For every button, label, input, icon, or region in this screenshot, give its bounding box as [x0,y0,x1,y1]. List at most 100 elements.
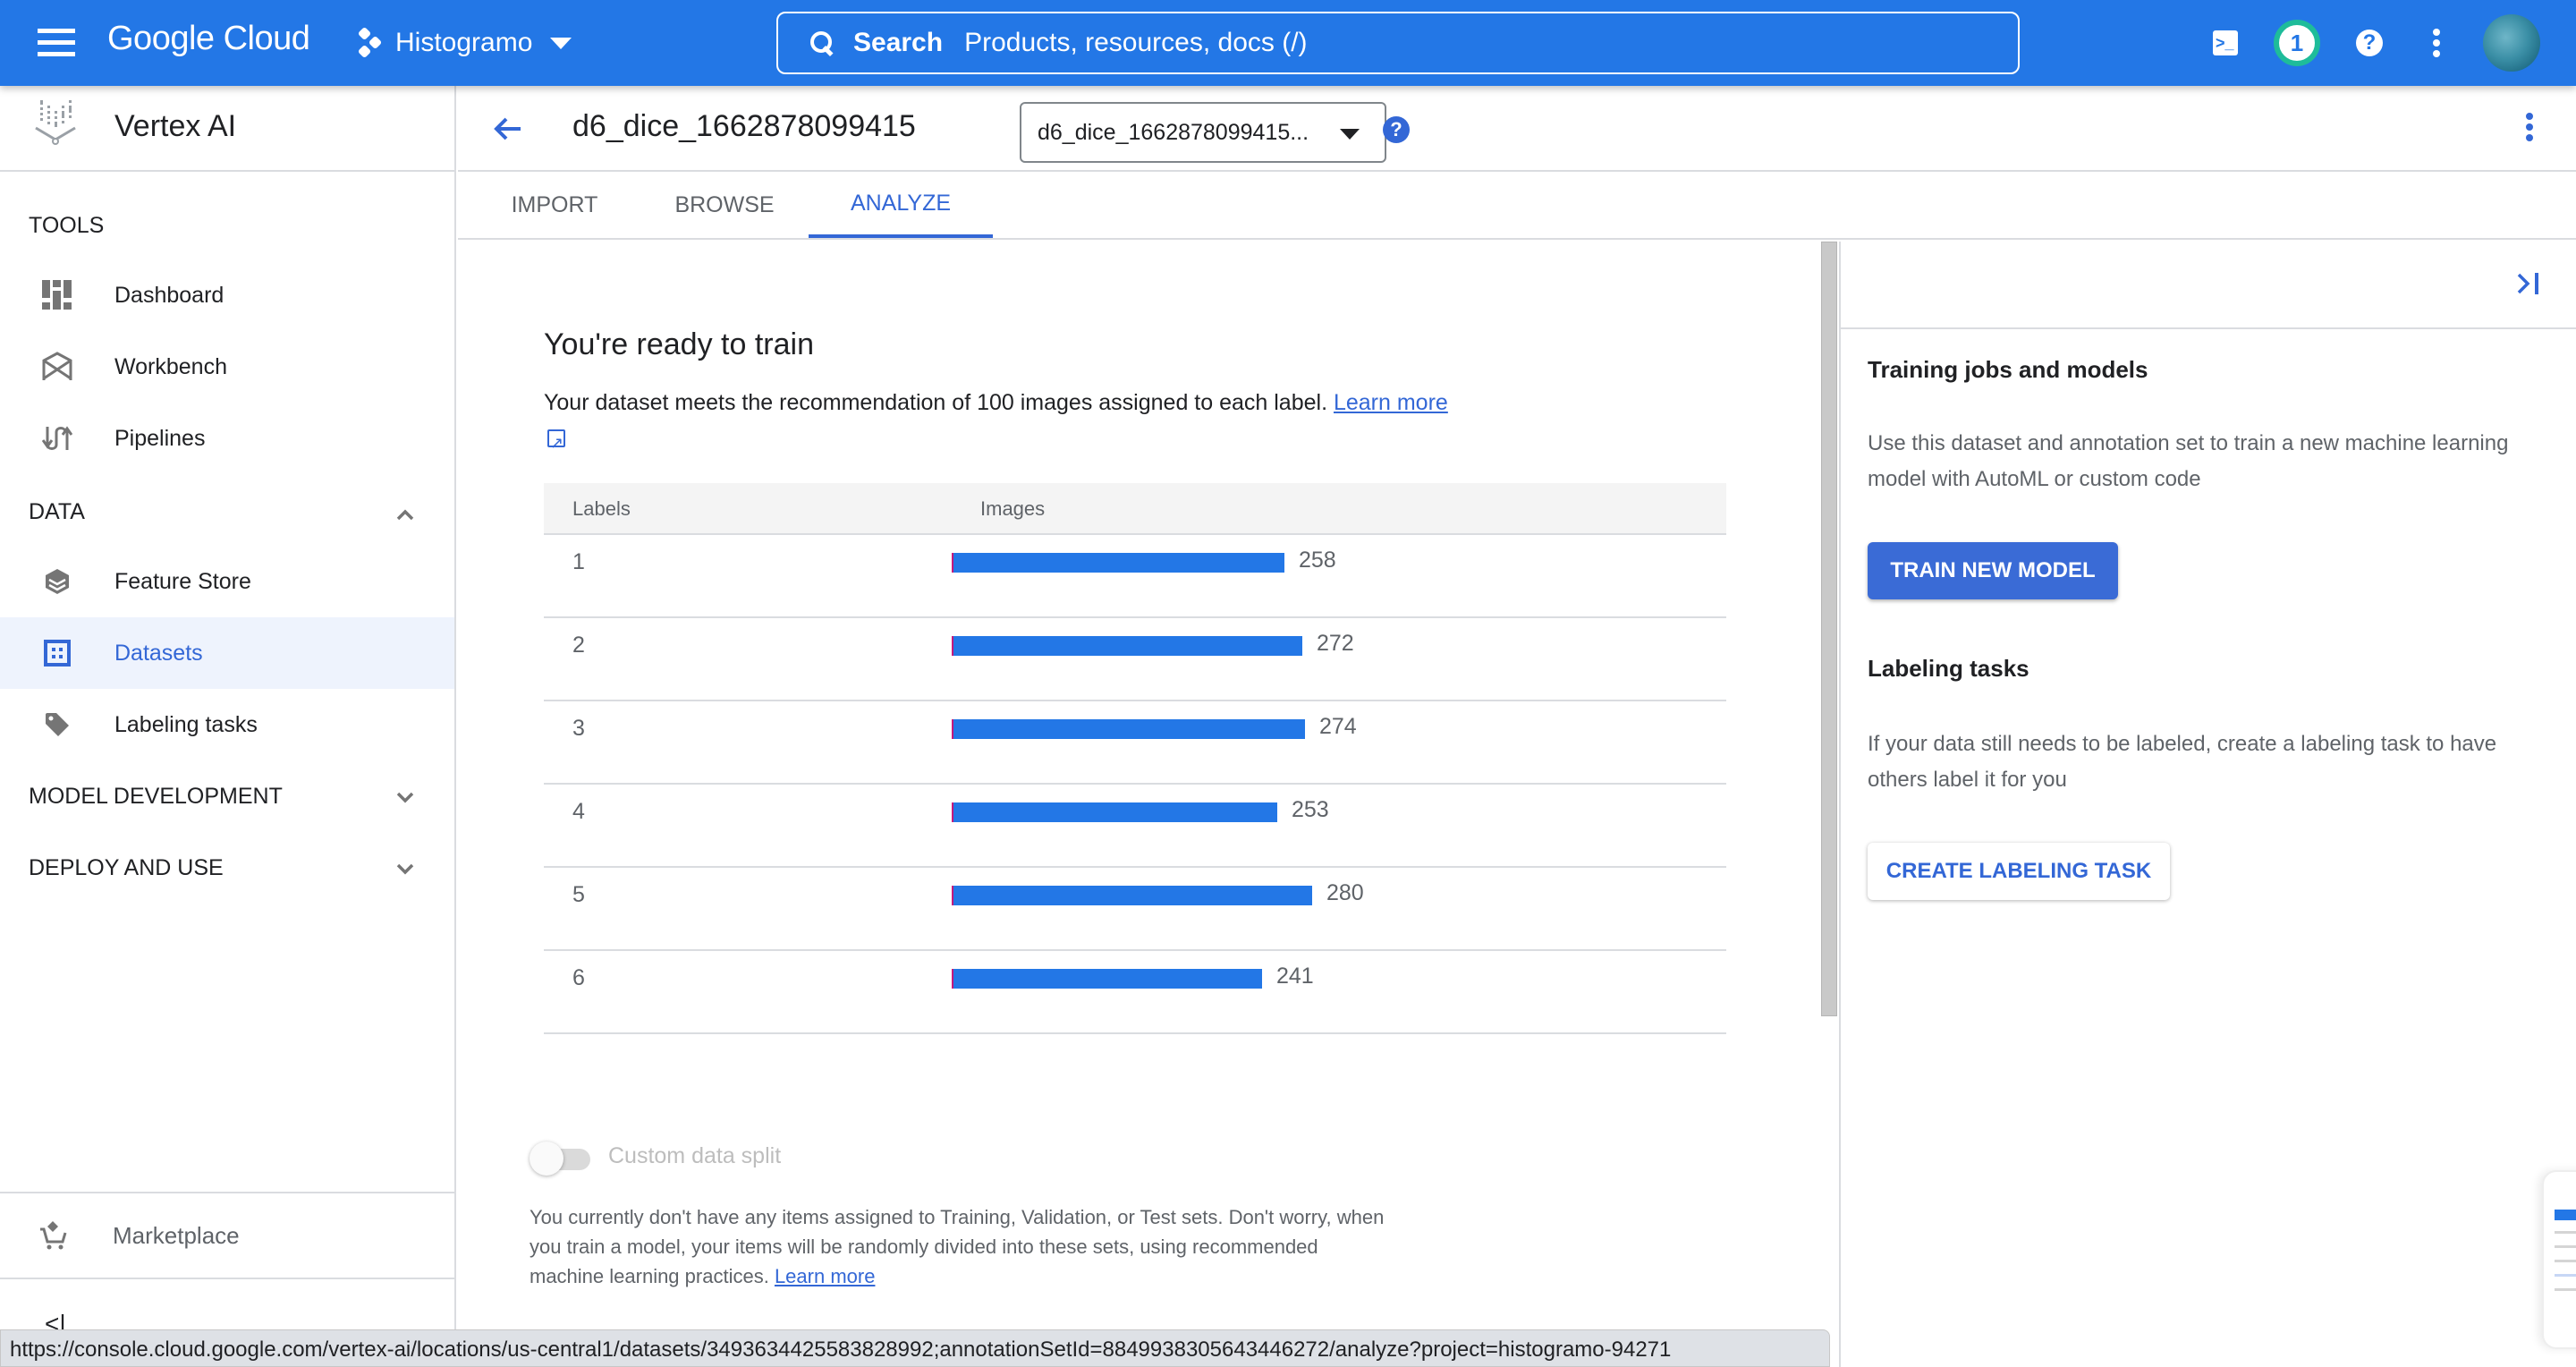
tab-bar: IMPORT BROWSE ANALYZE [458,172,2576,240]
help-icon[interactable]: ? [2356,30,2383,56]
row-label: 3 [572,716,585,741]
split-message-text: You currently don't have any items assig… [530,1206,1385,1287]
back-arrow-icon[interactable] [490,111,526,147]
sidebar-item-label: Pipelines [114,425,206,451]
top-app-bar: Google Cloud Histogramo Search Products,… [0,0,2576,86]
sidebar-item-pipelines[interactable]: Pipelines [0,403,454,474]
labeling-description: If your data still needs to be labeled, … [1868,732,2497,792]
row-label: 5 [572,882,585,907]
avatar[interactable] [2483,14,2540,72]
dashboard-icon [39,277,75,313]
project-name: Histogramo [395,28,533,57]
section-model-development[interactable]: MODEL DEVELOPMENT [29,784,283,810]
page-title: d6_dice_1662878099415 [572,109,916,143]
column-header-images: Images [980,497,1046,520]
ready-heading: You're ready to train [544,327,814,361]
more-vert-icon[interactable] [2524,113,2535,145]
table-header: Labels Images [544,483,1726,535]
status-bar-url: https://console.cloud.google.com/vertex-… [0,1329,1830,1367]
row-label: 2 [572,633,585,658]
annotation-set-select[interactable]: d6_dice_1662878099415... [1020,102,1386,163]
table-row: 2 272 [544,618,1726,701]
thumbnail-line [2555,1260,2576,1262]
analyze-content: You're ready to train Your dataset meets… [458,242,1839,1367]
create-labeling-task-button[interactable]: CREATE LABELING TASK [1868,843,2170,900]
section-data[interactable]: DATA [29,499,85,525]
training-description: Use this dataset and annotation set to t… [1868,431,2509,491]
search-icon [810,31,834,55]
custom-split-toggle[interactable] [530,1142,594,1176]
collapse-panel-icon[interactable] [2515,268,2542,299]
thumbnail-line [2555,1245,2576,1248]
google-cloud-logo[interactable]: Google Cloud [107,20,310,58]
sidebar-item-feature-store[interactable]: Feature Store [0,546,454,617]
ready-message: Your dataset meets the recommendation of… [544,385,1456,461]
labeling-heading: Labeling tasks [1868,655,2029,682]
table-row: 6 241 [544,951,1726,1034]
chevron-up-icon[interactable] [394,503,417,526]
right-info-panel: Training jobs and models Use this datase… [1841,242,2576,1367]
tab-analyze[interactable]: ANALYZE [809,172,993,238]
ready-message-text: Your dataset meets the recommendation of… [544,390,1328,415]
search-bar[interactable]: Search Products, resources, docs (/) [776,12,2020,74]
custom-split-label: Custom data split [608,1143,782,1168]
section-deploy-and-use[interactable]: DEPLOY AND USE [29,855,224,881]
vertex-ai-logo-icon [35,100,76,145]
learn-more-link[interactable]: Learn more [1334,390,1448,415]
sidebar-item-label: Labeling tasks [114,711,258,737]
image-count-bar [952,886,1312,905]
pipelines-icon [39,420,75,456]
cloud-shell-icon[interactable]: >_ [2213,30,2238,55]
image-count-value: 241 [1276,964,1314,989]
section-tools: TOOLS [29,213,105,238]
sidebar-item-label: Feature Store [114,568,251,594]
dropdown-arrow-icon [1340,129,1360,140]
label-stats-table: Labels Images 1 258 2 272 3 274 4 253 5 280 6 241 [544,483,1726,1034]
train-new-model-button[interactable]: TRAIN NEW MODEL [1868,542,2118,599]
sidebar-item-label: Marketplace [113,1221,240,1249]
menu-icon[interactable] [38,29,75,57]
image-count-value: 280 [1326,880,1364,905]
datasets-icon [39,635,75,671]
chevron-down-icon[interactable] [394,857,417,880]
thumbnail-line [2555,1274,2576,1277]
marketplace-cart-icon [36,1218,72,1253]
training-heading: Training jobs and models [1868,356,2148,383]
chevron-down-icon[interactable] [394,785,417,809]
sidebar-item-marketplace[interactable]: Marketplace [0,1192,454,1279]
tab-browse[interactable]: BROWSE [644,172,805,238]
page-header: d6_dice_1662878099415 d6_dice_1662878099… [458,86,2576,172]
thumbnail-line [2555,1288,2576,1291]
workbench-icon [39,349,75,385]
row-label: 1 [572,549,585,574]
sidebar-item-labeling-tasks[interactable]: Labeling tasks [0,689,454,760]
image-count-bar [952,969,1262,989]
row-label: 6 [572,965,585,990]
sidebar-item-label: Datasets [114,640,203,666]
notification-badge[interactable]: 1 [2274,20,2320,66]
tab-import[interactable]: IMPORT [479,172,630,238]
project-picker[interactable]: Histogramo [357,23,572,63]
sidebar-item-workbench[interactable]: Workbench [0,331,454,403]
screenshot-thumbnail[interactable] [2542,1170,2576,1349]
row-label: 4 [572,799,585,824]
image-count-value: 272 [1317,631,1354,656]
split-learn-more-link[interactable]: Learn more [775,1265,876,1287]
table-row: 4 253 [544,785,1726,868]
image-count-value: 253 [1292,797,1329,822]
table-row: 5 280 [544,868,1726,951]
help-icon[interactable]: ? [1383,116,1410,143]
vertical-scrollbar[interactable] [1821,242,1837,1016]
sidebar: Vertex AI TOOLS Dashboard Workbench Pipe… [0,86,456,1367]
search-placeholder: Products, resources, docs (/) [964,28,1308,57]
sidebar-item-label: Dashboard [114,282,225,308]
annotation-set-value: d6_dice_1662878099415... [1038,119,1309,145]
sidebar-item-datasets[interactable]: Datasets [0,617,454,689]
more-vert-icon[interactable] [2431,29,2442,59]
thumbnail-topbar [2555,1210,2576,1220]
external-link-icon [547,425,565,461]
sidebar-item-dashboard[interactable]: Dashboard [0,259,454,331]
sidebar-header: Vertex AI [0,86,456,172]
table-body: 1 258 2 272 3 274 4 253 5 280 6 241 [544,535,1726,1034]
feature-store-icon [39,564,75,599]
